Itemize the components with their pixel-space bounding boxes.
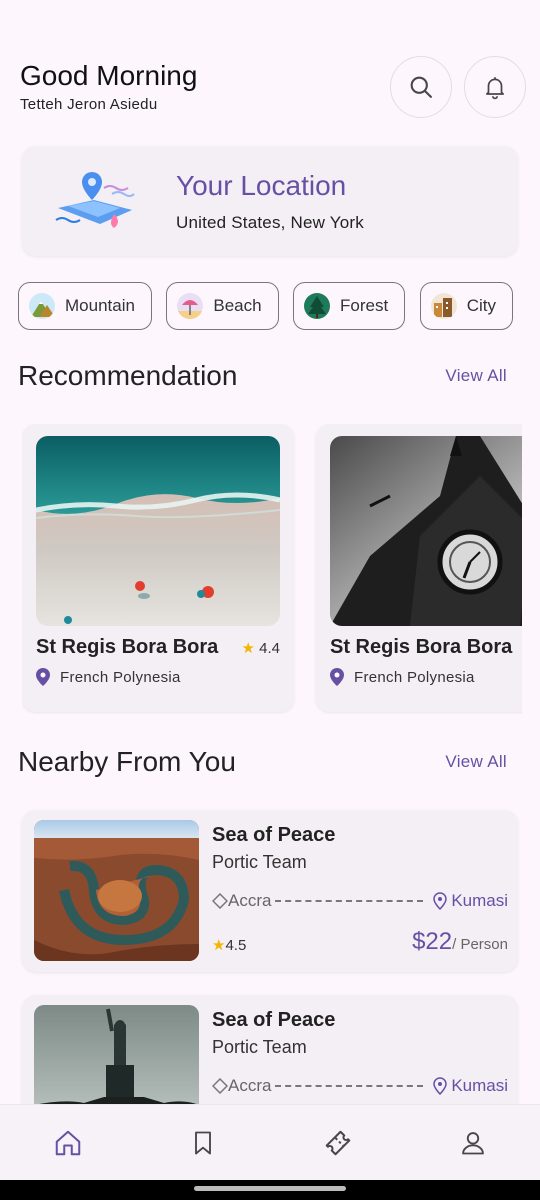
- location-value: United States, New York: [176, 213, 364, 232]
- nearby-title: Nearby From You: [18, 746, 236, 777]
- canyon-image: [34, 820, 199, 961]
- chip-label: Mountain: [65, 296, 135, 315]
- rating-value: 4.5: [225, 937, 247, 954]
- search-button[interactable]: [390, 56, 452, 118]
- bookmark-icon: [194, 1131, 211, 1154]
- header: Good Morning Tetteh Jeron Asiedu: [20, 56, 526, 130]
- rating-badge: ★4.5: [212, 936, 246, 954]
- location-text: French Polynesia: [60, 668, 181, 686]
- recommendation-view-all-link[interactable]: View All: [445, 366, 507, 386]
- home-gesture-handle[interactable]: [194, 1186, 346, 1191]
- ticket-icon: [325, 1130, 350, 1155]
- price: $22/ Person: [412, 928, 508, 956]
- recommendation-card[interactable]: St Regis Bora Bora ★ 4.4 French Polynesi…: [22, 424, 294, 712]
- rating-badge: ★ 4.4: [242, 639, 280, 657]
- chip-beach[interactable]: Beach: [166, 282, 279, 330]
- map-pin-illustration: [55, 172, 135, 228]
- category-chips: Mountain Beach Forest City: [18, 282, 522, 330]
- destination-pin-icon: [433, 892, 448, 910]
- recommendation-carousel[interactable]: St Regis Bora Bora ★ 4.4 French Polynesi…: [22, 424, 522, 714]
- route-to-text: Kumasi: [451, 891, 508, 910]
- beach-aerial-image: [36, 436, 280, 626]
- recommendation-card[interactable]: St Regis Bora Bora French Polynesia: [316, 424, 522, 712]
- chip-mountain[interactable]: Mountain: [18, 282, 152, 330]
- chip-forest[interactable]: Forest: [293, 282, 406, 330]
- route: Accra Kumasi: [212, 1074, 508, 1098]
- route-to: Kumasi: [433, 1076, 508, 1096]
- mountain-icon: [29, 293, 55, 319]
- nearby-view-all-link[interactable]: View All: [445, 752, 507, 772]
- star-icon: ★: [241, 640, 255, 657]
- price-unit: / Person: [452, 936, 508, 953]
- nav-tickets[interactable]: [308, 1113, 368, 1173]
- location-card[interactable]: Your Location United States, New York: [22, 146, 518, 256]
- nearby-team: Portic Team: [212, 852, 307, 872]
- search-icon: [410, 76, 432, 98]
- nav-profile[interactable]: [443, 1113, 503, 1173]
- bottom-navigation: [0, 1104, 540, 1180]
- origin-icon: [212, 893, 228, 909]
- nav-saved[interactable]: [173, 1113, 233, 1173]
- bell-icon: [486, 77, 504, 100]
- rating-value: 4.4: [259, 640, 280, 657]
- origin-icon: [212, 1078, 228, 1094]
- chip-city[interactable]: City: [419, 282, 513, 330]
- route-dashed-line: [275, 900, 424, 902]
- route-from-text: Accra: [228, 891, 272, 910]
- location-title: Your Location: [176, 170, 347, 201]
- recommendation-name: St Regis Bora Bora: [330, 636, 513, 658]
- recommendation-location: French Polynesia: [330, 668, 475, 686]
- forest-icon: [304, 293, 331, 319]
- star-icon: ★: [212, 937, 226, 954]
- chip-label: Beach: [213, 296, 262, 315]
- route-from: Accra: [212, 1076, 271, 1096]
- nearby-card[interactable]: Sea of Peace Portic Team Accra Kumasi ★4…: [22, 810, 518, 972]
- profile-icon: [461, 1131, 484, 1154]
- location-pin-icon: [330, 668, 344, 686]
- nav-home[interactable]: [38, 1113, 98, 1173]
- destination-pin-icon: [433, 1077, 448, 1095]
- recommendation-location: French Polynesia: [36, 668, 181, 686]
- chip-label: Forest: [340, 296, 389, 315]
- recommendation-name: St Regis Bora Bora: [36, 636, 219, 658]
- clock-tower-image: [330, 436, 522, 626]
- nearby-name: Sea of Peace: [212, 824, 336, 846]
- location-pin-icon: [36, 668, 50, 686]
- nearby-team: Portic Team: [212, 1037, 307, 1057]
- home-icon: [55, 1130, 80, 1155]
- price-value: $22: [412, 928, 453, 955]
- route-to: Kumasi: [433, 891, 508, 911]
- notifications-button[interactable]: [464, 56, 526, 118]
- chip-label: City: [466, 296, 496, 315]
- location-text: French Polynesia: [354, 668, 475, 686]
- route-from-text: Accra: [228, 1076, 272, 1095]
- city-icon: [430, 293, 457, 319]
- route-dashed-line: [275, 1085, 424, 1087]
- route-to-text: Kumasi: [451, 1076, 508, 1095]
- recommendation-title: Recommendation: [18, 360, 238, 391]
- nearby-name: Sea of Peace: [212, 1009, 336, 1031]
- route: Accra Kumasi: [212, 889, 508, 913]
- beach-icon: [177, 293, 204, 319]
- route-from: Accra: [212, 891, 271, 911]
